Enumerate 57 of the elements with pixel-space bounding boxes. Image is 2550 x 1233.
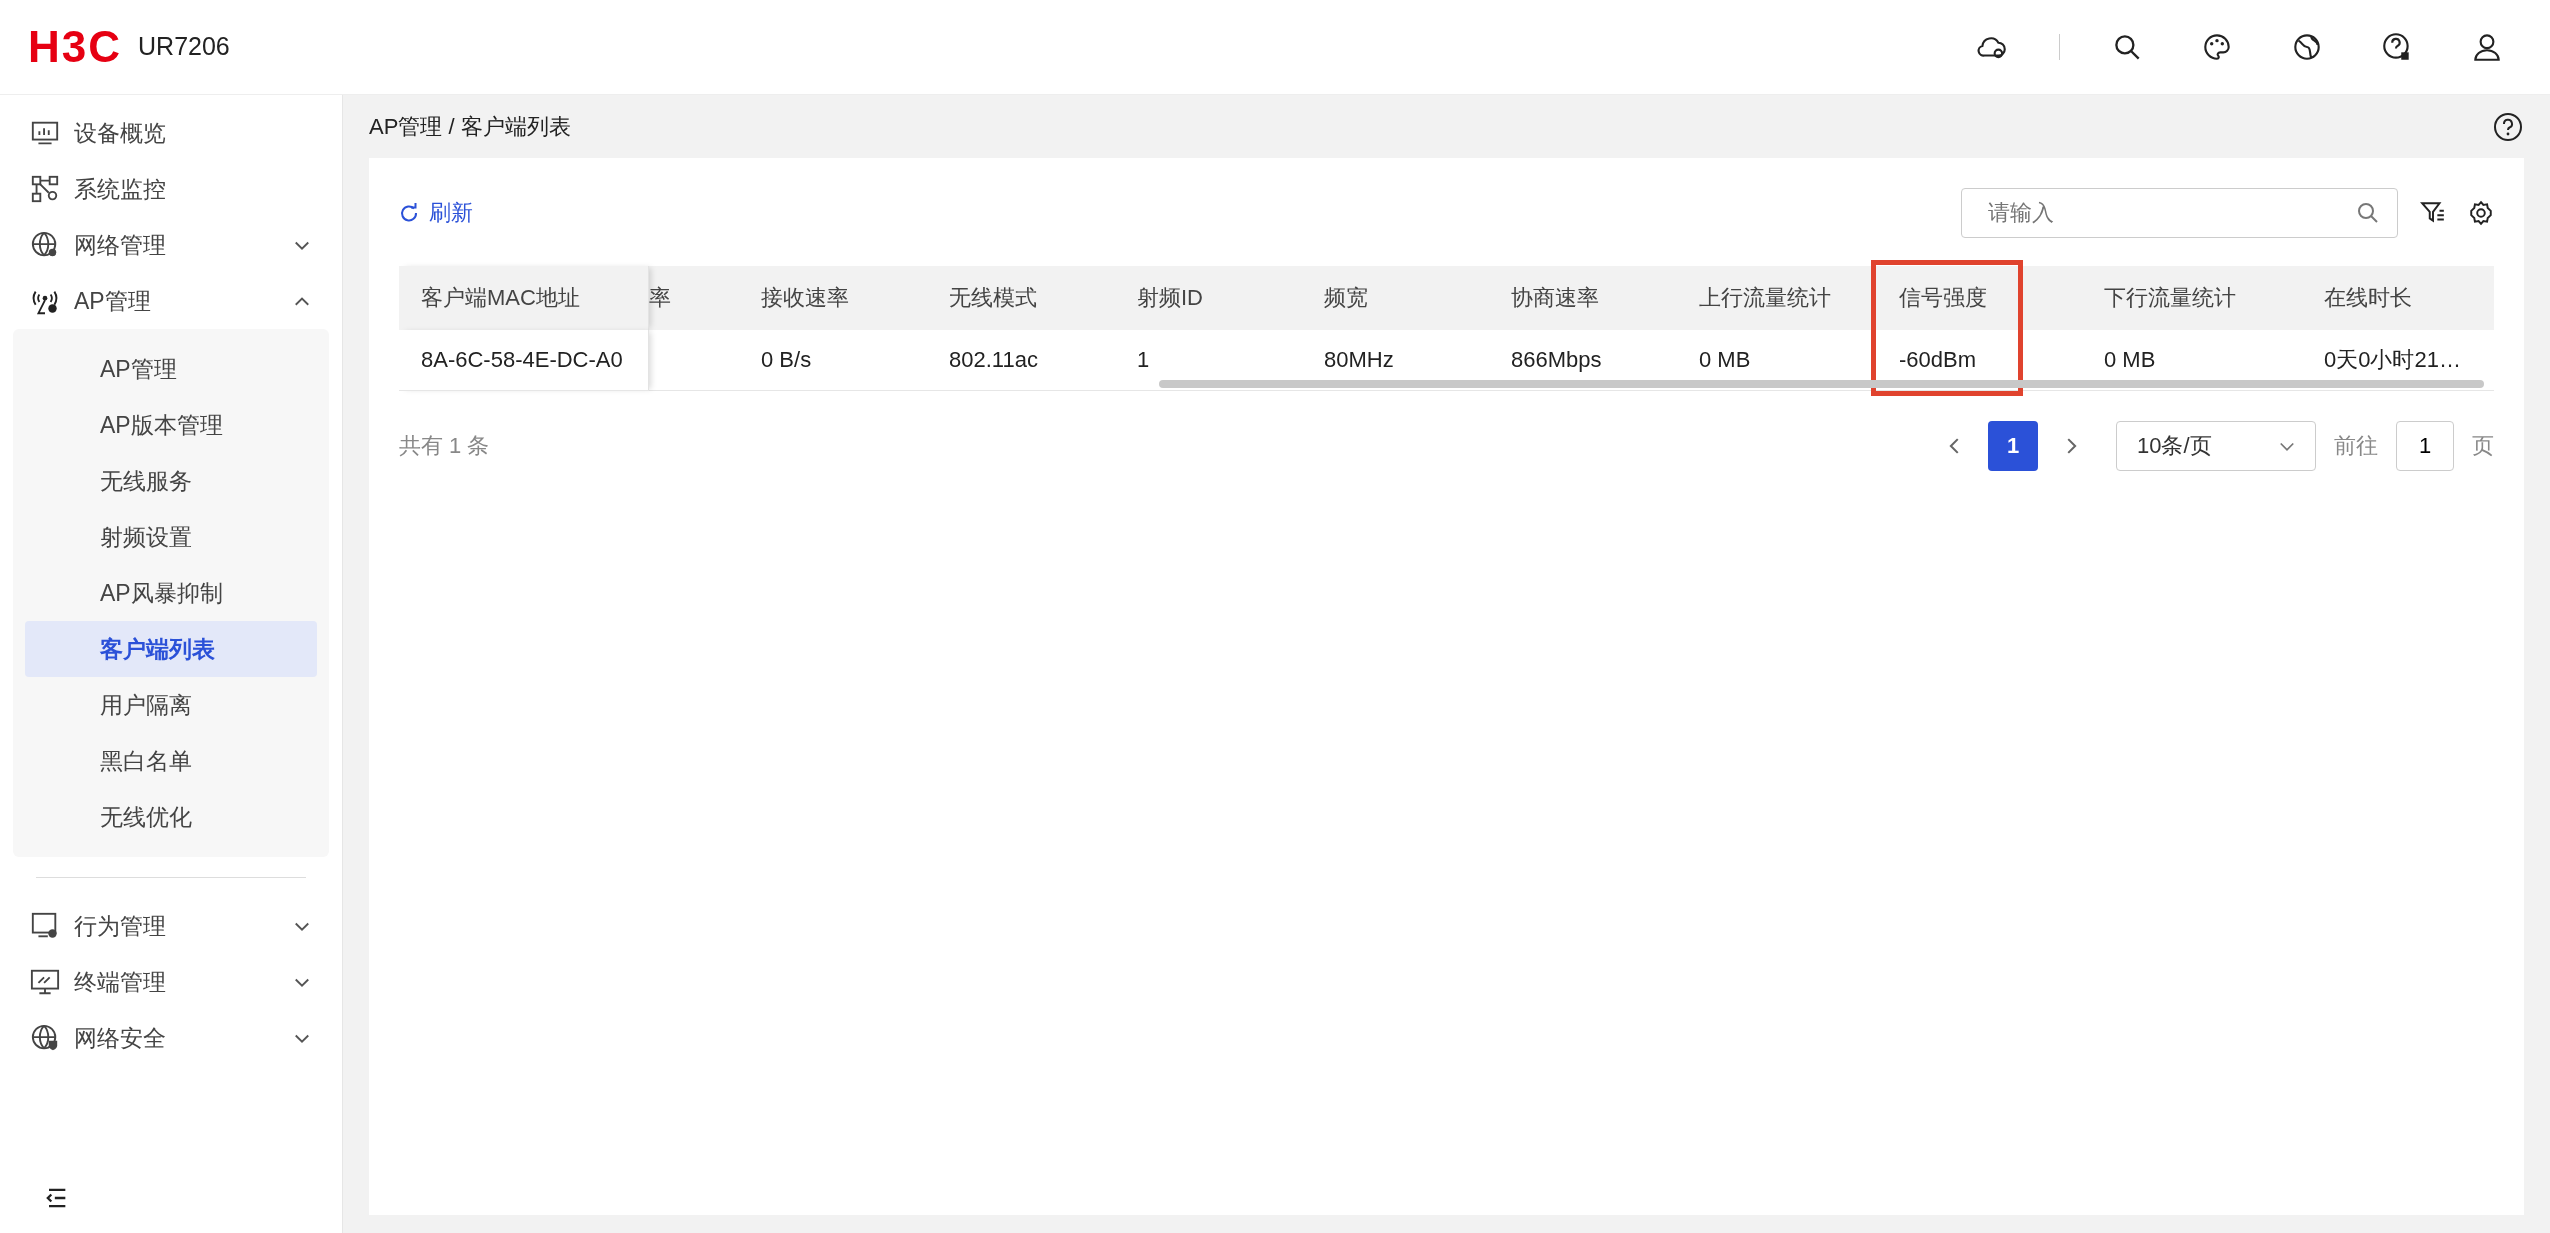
column-header: 下行流量统计: [2082, 266, 2302, 330]
sidebar-item[interactable]: 网络管理: [0, 217, 342, 273]
sidebar-item[interactable]: 系统监控: [0, 161, 342, 217]
column-header: 射频ID: [1115, 266, 1302, 330]
sidebar-item[interactable]: 终端管理: [0, 954, 342, 1010]
screen-gear-icon: [30, 911, 60, 941]
help-icon[interactable]: [2492, 110, 2524, 143]
submenu-item[interactable]: 无线优化: [25, 789, 317, 845]
sidebar-item[interactable]: 网络安全: [0, 1010, 342, 1066]
submenu-item[interactable]: 黑白名单: [25, 733, 317, 789]
submenu-item[interactable]: AP管理: [25, 341, 317, 397]
nodes-icon: [30, 174, 60, 204]
display-icon: [30, 967, 60, 997]
submenu-item[interactable]: AP风暴抑制: [25, 565, 317, 621]
column-header: 接收速率: [739, 266, 927, 330]
sidebar-item[interactable]: AP管理: [0, 273, 342, 329]
total-count: 共有 1 条: [399, 432, 490, 460]
device-model: UR7206: [138, 32, 230, 62]
page-button[interactable]: 1: [1988, 421, 2038, 471]
table-cell: 866Mbps: [1511, 347, 1602, 373]
breadcrumb: AP管理 / 客户端列表: [369, 112, 571, 141]
page-size-select[interactable]: 10条/页: [2116, 421, 2316, 471]
search-icon: [2356, 201, 2380, 225]
column-header: 上行流量统计: [1677, 266, 1877, 330]
table-cell: 80MHz: [1324, 347, 1394, 373]
settings-icon[interactable]: [2468, 200, 2494, 226]
table-cell: -60dBm: [1899, 347, 1977, 373]
column-header: 率: [649, 266, 739, 330]
scrollbar-thumb[interactable]: [1159, 380, 2484, 388]
submenu-item[interactable]: 用户隔离: [25, 677, 317, 733]
submenu-item[interactable]: 射频设置: [25, 509, 317, 565]
column-header: 信号强度: [1877, 266, 2082, 330]
table-cell-text: 0天0小时21…: [2324, 346, 2461, 374]
goto-label: 前往: [2334, 432, 2378, 460]
submenu-item[interactable]: 无线服务: [25, 453, 317, 509]
table-cell: 0 MB: [1699, 347, 1751, 373]
table-cell: 0 B/s: [761, 347, 812, 373]
sidebar-item[interactable]: 设备概览: [0, 105, 342, 161]
refresh-button[interactable]: 刷新: [399, 198, 473, 228]
goto-page-field[interactable]: 1: [2396, 421, 2454, 471]
submenu-item[interactable]: AP版本管理: [25, 397, 317, 453]
logo: H3C: [28, 20, 123, 73]
column-header: 频宽: [1302, 266, 1489, 330]
column-header: 无线模式: [927, 266, 1115, 330]
column-header: 客户端MAC地址: [399, 266, 649, 330]
column-header: 在线时长: [2302, 266, 2494, 330]
table-cell: 8A-6C-58-4E-DC-A0: [421, 347, 623, 373]
submenu-item[interactable]: 客户端列表: [25, 621, 317, 677]
column-header: 协商速率: [1489, 266, 1677, 330]
table-cell: 0 MB: [2104, 347, 2156, 373]
refresh-icon: [399, 203, 419, 223]
page-suffix: 页: [2472, 432, 2494, 460]
table-cell: 1: [1137, 347, 1150, 373]
table-cell: 802.11ac: [949, 347, 1038, 373]
search-field[interactable]: 请输入: [1961, 188, 2398, 238]
globe-shield-icon: [30, 1023, 60, 1053]
sidebar-item[interactable]: 行为管理: [0, 898, 342, 954]
